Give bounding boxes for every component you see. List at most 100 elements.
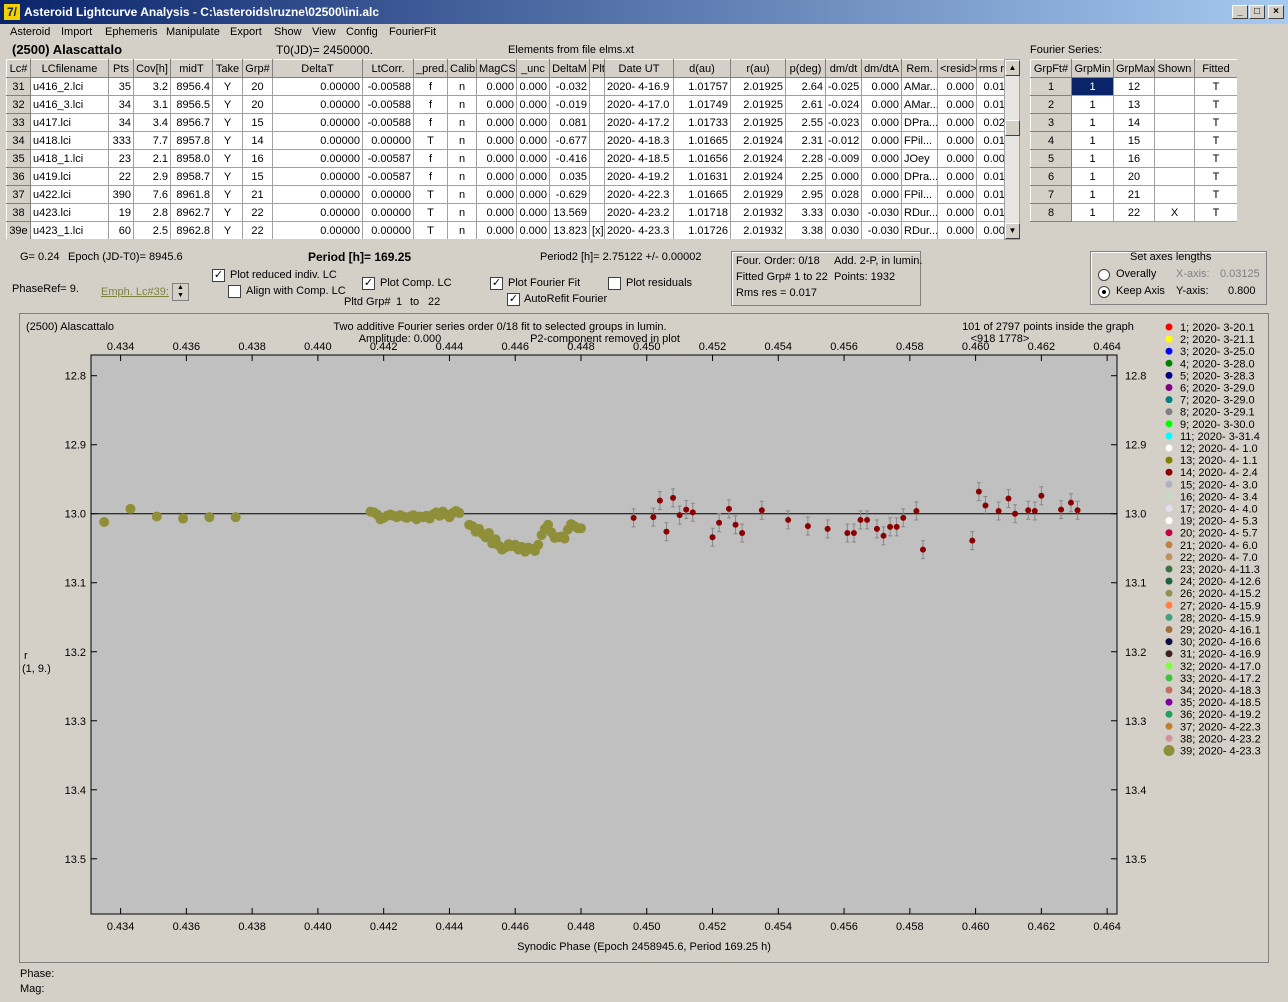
table-cell[interactable]: 3.2	[133, 77, 171, 96]
table-cell[interactable]: f	[413, 167, 448, 186]
fourier-cell[interactable]	[1154, 185, 1195, 204]
minimize-button[interactable]: _	[1232, 5, 1248, 19]
fourier-cell[interactable]: X	[1154, 203, 1195, 222]
table-cell[interactable]: 2020- 4-16.9	[604, 77, 674, 96]
lc-col-header[interactable]: d(au)	[673, 59, 731, 78]
table-cell[interactable]: n	[447, 131, 477, 150]
table-cell[interactable]: 14	[242, 131, 273, 150]
table-cell[interactable]: Y	[212, 77, 243, 96]
fourier-cell[interactable]: 13	[1113, 95, 1155, 114]
menu-export[interactable]: Export	[230, 26, 262, 38]
table-cell[interactable]: 1.01733	[673, 113, 731, 132]
table-cell[interactable]: 2020- 4-18.5	[604, 149, 674, 168]
table-cell[interactable]: 21	[242, 185, 273, 204]
table-cell[interactable]: 22	[242, 221, 273, 239]
fourier-cell[interactable]: T	[1194, 131, 1237, 150]
lc-col-header[interactable]: LCfilename	[30, 59, 109, 78]
menu-fourierfit[interactable]: FourierFit	[389, 26, 436, 38]
yaxis-value[interactable]: 0.800	[1228, 285, 1256, 297]
fourier-row[interactable]: 2 1 13 T	[1030, 95, 1237, 114]
lc-col-header[interactable]: DeltaM	[549, 59, 590, 78]
table-cell[interactable]: -0.024	[825, 95, 862, 114]
maximize-button[interactable]: □	[1249, 5, 1265, 19]
table-cell[interactable]: u417.lci	[30, 113, 109, 132]
lc-col-header[interactable]: dm/dtA	[861, 59, 902, 78]
fourier-cell[interactable]: T	[1194, 95, 1237, 114]
table-cell[interactable]: RDur...	[901, 203, 938, 222]
fourier-row[interactable]: 6 1 20 T	[1030, 167, 1237, 186]
table-cell[interactable]: -0.00587	[362, 149, 414, 168]
table-cell[interactable]	[589, 203, 605, 222]
table-cell[interactable]: -0.019	[549, 95, 590, 114]
table-row[interactable]: 31 u416_2.lci 35 3.2 8956.4 Y 20 0.00000 -0.0058…	[6, 77, 1005, 96]
table-cell[interactable]	[589, 77, 605, 96]
table-cell[interactable]: 8956.7	[170, 113, 213, 132]
table-cell[interactable]: -0.677	[549, 131, 590, 150]
table-cell[interactable]: 2.01924	[730, 167, 786, 186]
table-cell[interactable]: 333	[108, 131, 134, 150]
table-cell[interactable]: 2.28	[785, 149, 826, 168]
table-cell[interactable]: 0.000	[937, 203, 977, 222]
table-cell[interactable]: AMar...	[901, 95, 938, 114]
table-cell[interactable]: 2.01924	[730, 131, 786, 150]
table-cell[interactable]: Y	[212, 95, 243, 114]
table-cell[interactable]: 0.018	[976, 95, 1005, 114]
table-cell[interactable]: 0.000	[861, 149, 902, 168]
table-cell[interactable]: T	[413, 185, 448, 204]
table-cell[interactable]: 0.000	[937, 149, 977, 168]
table-cell[interactable]: 8958.0	[170, 149, 213, 168]
table-cell[interactable]: T	[413, 221, 448, 239]
table-cell[interactable]: 0.000	[861, 167, 902, 186]
table-cell[interactable]: 60	[108, 221, 134, 239]
table-cell[interactable]: 22	[108, 167, 134, 186]
table-cell[interactable]: 2020- 4-19.2	[604, 167, 674, 186]
table-cell[interactable]: 0.000	[476, 221, 517, 239]
table-cell[interactable]: 0.014	[976, 167, 1005, 186]
table-cell[interactable]: 2.01925	[730, 95, 786, 114]
emph-link[interactable]: Emph. Lc#39:	[101, 286, 169, 298]
fourier-col-header[interactable]: GrpMin	[1071, 59, 1114, 78]
table-cell[interactable]: -0.00588	[362, 95, 414, 114]
table-cell[interactable]: -0.032	[549, 77, 590, 96]
table-cell[interactable]: Y	[212, 113, 243, 132]
table-cell[interactable]: 8956.5	[170, 95, 213, 114]
table-cell[interactable]: RDur...	[901, 221, 938, 239]
table-cell[interactable]: Y	[212, 131, 243, 150]
table-row[interactable]: 39e u423_1.lci 60 2.5 8962.8 Y 22 0.00000 0.0000…	[6, 221, 1005, 239]
table-cell[interactable]: 0.00000	[272, 77, 363, 96]
table-cell[interactable]: 2020- 4-17.0	[604, 95, 674, 114]
table-cell[interactable]: 0.081	[549, 113, 590, 132]
menu-ephemeris[interactable]: Ephemeris	[105, 26, 158, 38]
table-cell[interactable]: 0.000	[937, 131, 977, 150]
table-cell[interactable]: 35	[108, 77, 134, 96]
table-cell[interactable]: u418_1.lci	[30, 149, 109, 168]
fourier-cell[interactable]: 14	[1113, 113, 1155, 132]
table-cell[interactable]: u418.lci	[30, 131, 109, 150]
fourier-row-header[interactable]: 2	[1030, 95, 1072, 114]
table-cell[interactable]: 2.01929	[730, 185, 786, 204]
table-row[interactable]: 36 u419.lci 22 2.9 8958.7 Y 15 0.00000 -0.00587 f…	[6, 167, 1005, 186]
table-cell[interactable]: 2.01925	[730, 77, 786, 96]
table-cell[interactable]: 20	[242, 95, 273, 114]
table-cell[interactable]: 0.000	[476, 95, 517, 114]
table-cell[interactable]	[589, 131, 605, 150]
table-row[interactable]: 37 u422.lci 390 7.6 8961.8 Y 21 0.00000 0.00000 T…	[6, 185, 1005, 204]
lc-col-header[interactable]: Plt	[589, 59, 605, 78]
fourier-row-header[interactable]: 5	[1030, 149, 1072, 168]
lc-col-header[interactable]: LtCorr.	[362, 59, 414, 78]
table-cell[interactable]: n	[447, 167, 477, 186]
emph-spinner[interactable]: ▲ ▼	[172, 283, 189, 301]
table-cell[interactable]: 0.000	[861, 95, 902, 114]
table-cell[interactable]: -0.00588	[362, 113, 414, 132]
keep-axis-radio[interactable]	[1098, 286, 1110, 298]
row-header[interactable]: 31	[6, 77, 31, 96]
table-cell[interactable]: DPra...	[901, 167, 938, 186]
table-cell[interactable]: 2.01925	[730, 113, 786, 132]
table-cell[interactable]: 1.01631	[673, 167, 731, 186]
table-cell[interactable]: 390	[108, 185, 134, 204]
table-cell[interactable]: 2.8	[133, 203, 171, 222]
table-cell[interactable]: 2.5	[133, 221, 171, 239]
fourier-row-header[interactable]: 4	[1030, 131, 1072, 150]
table-cell[interactable]: 0.000	[476, 149, 517, 168]
table-cell[interactable]: 2020- 4-23.3	[604, 221, 674, 239]
